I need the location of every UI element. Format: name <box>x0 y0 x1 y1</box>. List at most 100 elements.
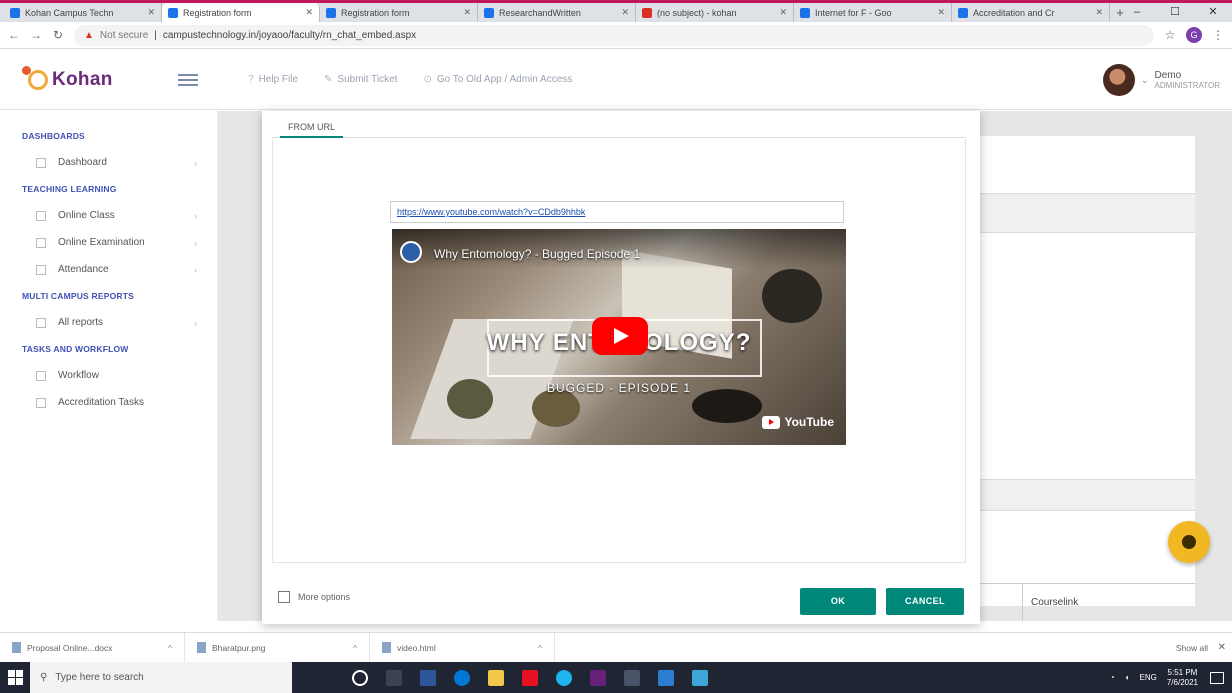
browser-tab[interactable]: Kohan Campus Techn ✕ <box>4 3 162 22</box>
file-explorer-icon[interactable] <box>488 669 504 686</box>
close-tab-icon[interactable]: ✕ <box>937 7 945 18</box>
app-logo[interactable]: Kohan <box>0 65 170 94</box>
browser-menu-icon[interactable]: ⋮ <box>1212 28 1224 42</box>
maximize-button[interactable]: ☐ <box>1156 3 1194 22</box>
browser-tab[interactable]: (no subject) - kohan ✕ <box>636 3 794 22</box>
video-overlay-subtitle: BUGGED - EPISODE 1 <box>546 381 692 395</box>
insert-video-dialog: FROM URL https://www.youtube.com/watch?v… <box>262 111 980 624</box>
taskbar: ⚲ Type here to search ◔ ◖ ENG 5:51 PM 7/6/… <box>0 662 1232 693</box>
security-label: Not secure <box>99 29 149 41</box>
help-file-link[interactable]: ? Help File <box>248 74 298 85</box>
download-item[interactable]: Proposal Online...docx ^ <box>0 632 185 663</box>
youtube-icon <box>762 415 781 429</box>
browser-tab[interactable]: Accreditation and Cr ✕ <box>952 3 1110 22</box>
system-tray: ◔ ◖ ENG 5:51 PM 7/6/2021 <box>1110 668 1198 688</box>
edit-icon: ✎ <box>324 74 333 85</box>
video-url-input[interactable]: https://www.youtube.com/watch?v=CDdb9hhb… <box>390 201 844 223</box>
browser-toolbar: ← → ↻ ▲ Not secure | campustechnology.in… <box>0 22 1232 49</box>
sidebar-item-attendance[interactable]: Attendance › <box>0 256 217 283</box>
hamburger-menu-icon[interactable] <box>178 73 198 86</box>
sidebar-item-online-class[interactable]: Online Class › <box>0 202 217 229</box>
sidebar-item-workflow[interactable]: Workflow <box>0 362 217 389</box>
task-view-icon[interactable] <box>386 669 402 686</box>
close-tab-icon[interactable]: ✕ <box>147 7 155 18</box>
chevron-right-icon: › <box>194 157 197 168</box>
windows-start-icon[interactable] <box>0 662 30 693</box>
chrome-icon[interactable] <box>556 669 572 686</box>
browser-tab-active[interactable]: Registration form ✕ <box>162 3 320 22</box>
notification-icon[interactable] <box>1210 671 1224 684</box>
back-button[interactable]: ← <box>8 28 20 42</box>
chevron-up-icon[interactable]: ^ <box>168 643 172 653</box>
show-all-button[interactable]: Show all <box>1176 643 1208 653</box>
video-preview[interactable]: Why Entomology? - Bugged Episode 1 WHY E… <box>392 229 846 445</box>
bookmark-star-icon[interactable]: ☆ <box>1164 28 1176 42</box>
address-bar[interactable]: ▲ Not secure | campustechnology.in/joyao… <box>74 24 1154 46</box>
warning-icon: ▲ <box>84 29 94 41</box>
close-tab-icon[interactable]: ✕ <box>621 7 629 18</box>
cortana-icon[interactable] <box>352 669 368 686</box>
clock[interactable]: 5:51 PM 7/6/2021 <box>1167 668 1198 688</box>
browser-tab[interactable]: Registration form ✕ <box>320 3 478 22</box>
old-app-link[interactable]: ⊙ Go To Old App / Admin Access <box>423 74 572 85</box>
taskbar-search-input[interactable]: ⚲ Type here to search <box>30 662 292 693</box>
close-tab-icon[interactable]: ✕ <box>779 7 787 18</box>
chevron-down-icon: ⌄ <box>1140 74 1149 85</box>
ok-button[interactable]: OK <box>800 588 876 615</box>
profile-avatar[interactable]: G <box>1186 27 1202 43</box>
submit-ticket-link[interactable]: ✎ Submit Ticket <box>324 74 397 85</box>
play-button-icon[interactable] <box>592 317 648 355</box>
sidebar-item-accreditation-tasks[interactable]: Accreditation Tasks <box>0 389 217 416</box>
checkbox-icon[interactable] <box>278 591 290 603</box>
favicon-icon <box>800 7 810 18</box>
edge-icon[interactable] <box>454 669 470 686</box>
close-tab-icon[interactable]: ✕ <box>463 7 471 18</box>
visual-studio-icon[interactable] <box>590 669 606 686</box>
class-icon <box>36 210 46 221</box>
image-file-icon <box>197 642 206 653</box>
sidebar-item-all-reports[interactable]: All reports › <box>0 309 217 336</box>
chevron-up-icon[interactable]: ^ <box>353 643 357 653</box>
background-row <box>980 193 1195 233</box>
close-tab-icon[interactable]: ✕ <box>305 7 313 18</box>
reload-button[interactable]: ↻ <box>52 28 64 42</box>
dashboard-icon <box>36 157 46 168</box>
more-options-checkbox[interactable]: More options <box>278 591 350 603</box>
chevron-up-icon[interactable]: ^ <box>538 643 542 653</box>
cancel-button[interactable]: CANCEL <box>886 588 964 615</box>
app-icon[interactable] <box>624 669 640 686</box>
store-icon[interactable] <box>522 669 538 686</box>
gear-icon <box>1182 535 1196 549</box>
file-icon <box>12 642 21 653</box>
tab-from-url[interactable]: FROM URL <box>280 116 343 138</box>
youtube-logo[interactable]: YouTube <box>762 415 834 429</box>
browser-tab[interactable]: Internet for F - Goo ✕ <box>794 3 952 22</box>
sidebar-item-dashboard[interactable]: Dashboard › <box>0 149 217 176</box>
app-icon[interactable] <box>692 669 708 686</box>
taskbar-apps <box>352 669 708 686</box>
user-role: ADMINISTRATOR <box>1154 81 1220 90</box>
browser-tab[interactable]: ResearchandWritten ✕ <box>478 3 636 22</box>
volume-icon[interactable]: ◖ <box>1125 673 1130 682</box>
background-table-header: Courselink <box>980 583 1195 621</box>
download-item[interactable]: Bharatpur.png ^ <box>185 632 370 663</box>
sidebar-item-online-examination[interactable]: Online Examination › <box>0 229 217 256</box>
close-tab-icon[interactable]: ✕ <box>1095 7 1103 18</box>
close-icon[interactable]: ✕ <box>1218 642 1226 653</box>
minimize-button[interactable]: – <box>1118 3 1156 22</box>
download-item[interactable]: video.html ^ <box>370 632 555 663</box>
sidebar-section-title: MULTI CAMPUS REPORTS <box>22 291 134 301</box>
favicon-icon <box>484 7 494 18</box>
shield-icon[interactable] <box>658 669 674 686</box>
close-window-button[interactable]: ✕ <box>1194 3 1232 22</box>
forward-button[interactable]: → <box>30 28 42 42</box>
language-indicator[interactable]: ENG <box>1140 673 1157 682</box>
wifi-icon[interactable]: ◔ <box>1110 673 1115 682</box>
user-menu[interactable]: ⌄ Demo ADMINISTRATOR <box>1102 64 1220 96</box>
video-title[interactable]: Why Entomology? - Bugged Episode 1 <box>434 247 640 261</box>
channel-icon[interactable] <box>400 241 422 263</box>
word-icon[interactable] <box>420 669 436 686</box>
settings-fab-button[interactable] <box>1168 521 1210 563</box>
sidebar: DASHBOARDS Dashboard › TEACHING LEARNING … <box>0 111 218 621</box>
background-row <box>980 479 1195 511</box>
